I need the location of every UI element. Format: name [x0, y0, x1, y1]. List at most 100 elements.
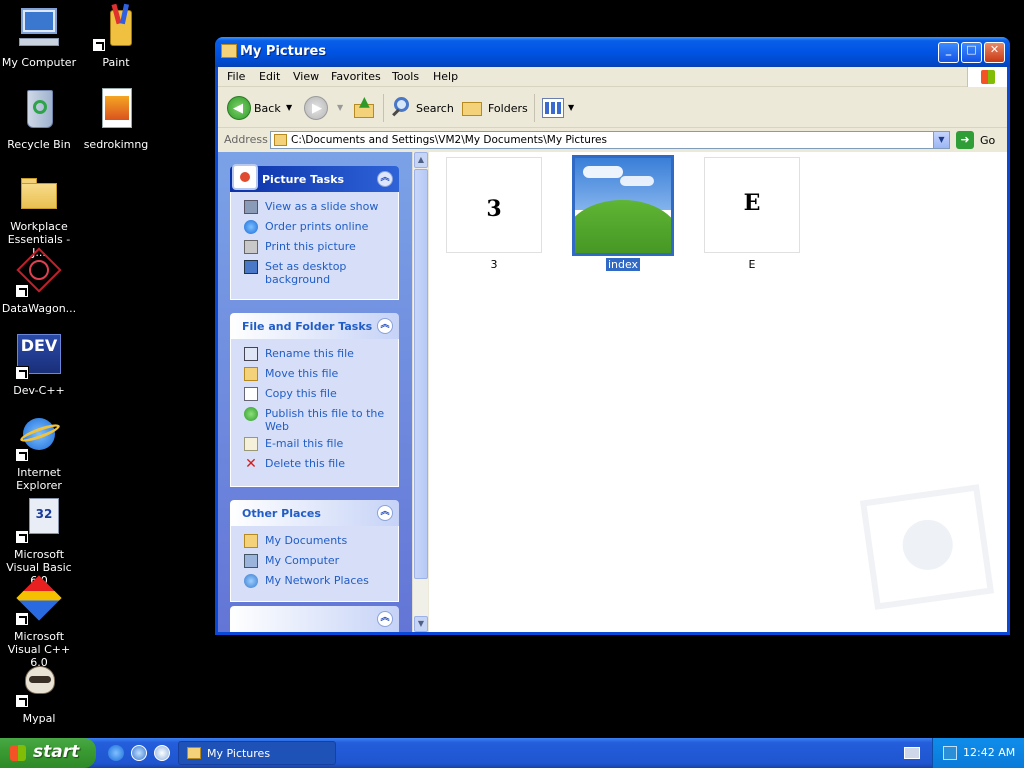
clock[interactable]: 12:42 AM [963, 746, 1015, 759]
forward-arrow-icon[interactable]: ▶ [304, 96, 328, 120]
folder-icon [274, 134, 287, 146]
task-view-slideshow[interactable]: View as a slide show [231, 200, 398, 220]
desktop-icon-datawagon[interactable]: DataWagon... [0, 247, 78, 315]
folders-icon[interactable] [462, 98, 484, 118]
desktop-icon-workplace-essentials[interactable]: Workplace Essentials - J... [0, 168, 78, 259]
recycle-bin-icon [15, 86, 63, 134]
address-input[interactable]: C:\Documents and Settings\VM2\My Documen… [270, 131, 950, 149]
task-copy-file[interactable]: Copy this file [231, 387, 398, 407]
desktop-icon-dev-cpp[interactable]: DEV Dev-C++ [0, 332, 78, 397]
desktop-icon-label: sedrokimng [83, 138, 149, 151]
other-places-panel: Other Places ︽ My Documents My Computer [230, 500, 399, 602]
bliss-hill [575, 199, 671, 253]
menu-help[interactable]: Help [433, 70, 458, 83]
other-places-header[interactable]: Other Places ︽ [230, 500, 399, 526]
desktop-icon-visual-cpp[interactable]: Microsoft Visual C++ 6.0 [0, 575, 78, 669]
quicklaunch-ie-icon[interactable] [108, 745, 124, 761]
shortcut-arrow-icon [15, 284, 29, 298]
file-name-3[interactable]: 3 [444, 258, 544, 271]
visual-basic-icon: 32 [15, 496, 63, 544]
task-print-picture[interactable]: Print this picture [231, 240, 398, 260]
menu-tools[interactable]: Tools [392, 70, 419, 83]
keyboard-icon[interactable] [904, 747, 920, 759]
collapse-chevron-icon[interactable]: ︽ [377, 171, 393, 187]
collapse-chevron-icon[interactable]: ︽ [377, 611, 393, 627]
task-set-desktop-bg[interactable]: Set as desktop background [231, 260, 398, 290]
desktop-icon-paint[interactable]: Paint [77, 3, 155, 69]
task-order-prints[interactable]: Order prints online [231, 220, 398, 240]
system-tray: 12:42 AM [932, 738, 1024, 768]
desktop-icon-visual-basic[interactable]: 32 Microsoft Visual Basic 6.0 [0, 496, 78, 587]
cloud [620, 176, 654, 186]
menu-edit[interactable]: Edit [259, 70, 280, 83]
network-places-icon [244, 574, 258, 588]
back-arrow-icon[interactable]: ◀ [227, 96, 251, 120]
minimize-button[interactable]: _ [938, 42, 959, 63]
scroll-down-icon[interactable]: ▼ [414, 616, 428, 632]
delete-x-icon: ✕ [245, 456, 257, 472]
collapse-chevron-icon[interactable]: ︽ [377, 318, 393, 334]
title-bar[interactable]: My Pictures _ □ ✕ [215, 37, 1010, 67]
window-client-area: File Edit View Favorites Tools Help ◀ Ba… [218, 67, 1007, 632]
cloud [583, 166, 623, 178]
close-button[interactable]: ✕ [984, 42, 1005, 63]
views-dropdown-icon[interactable]: ▼ [568, 103, 574, 112]
quicklaunch-browser-icon[interactable] [131, 745, 147, 761]
windows-flag-icon [967, 67, 1007, 87]
network-icon[interactable] [943, 746, 957, 760]
task-pane: Picture Tasks ︽ View as a slide show Ord… [218, 152, 428, 632]
shortcut-arrow-icon [15, 530, 29, 544]
start-button[interactable]: start [0, 738, 96, 768]
file-name-index[interactable]: index [573, 258, 673, 271]
collapse-chevron-icon[interactable]: ︽ [377, 505, 393, 521]
place-my-documents[interactable]: My Documents [231, 534, 398, 554]
scroll-up-icon[interactable]: ▲ [414, 152, 428, 168]
menu-favorites[interactable]: Favorites [331, 70, 381, 83]
views-icon[interactable] [542, 98, 564, 118]
desktop-icon-sedrokimng[interactable]: sedrokimng [77, 86, 155, 151]
task-move-file[interactable]: Move this file [231, 367, 398, 387]
desktop-icon-mypal[interactable]: Mypal [0, 660, 78, 725]
search-icon[interactable] [390, 96, 412, 120]
desktop-icon-recycle-bin[interactable]: Recycle Bin [0, 86, 78, 151]
go-button[interactable]: ➜ Go [956, 131, 1004, 149]
desktop-icon-internet-explorer[interactable]: Internet Explorer [0, 414, 78, 492]
folders-button[interactable]: Folders [488, 102, 528, 115]
search-button[interactable]: Search [416, 102, 454, 115]
taskbar-item-my-pictures[interactable]: My Pictures [178, 741, 336, 765]
picture-tasks-body: View as a slide show Order prints online… [230, 192, 399, 300]
task-publish-web[interactable]: Publish this file to the Web [231, 407, 398, 437]
printer-icon [244, 240, 258, 254]
file-thumbnail-e[interactable]: E [704, 157, 800, 253]
go-arrow-icon: ➜ [956, 131, 974, 149]
folder-icon [221, 44, 237, 58]
place-my-network[interactable]: My Network Places [231, 574, 398, 594]
desktop-icon-my-computer[interactable]: My Computer [0, 4, 78, 69]
task-delete-file[interactable]: ✕ Delete this file [231, 457, 398, 477]
details-panel-header[interactable]: ︽ [230, 606, 399, 632]
quicklaunch-media-icon[interactable] [154, 745, 170, 761]
menu-view[interactable]: View [293, 70, 319, 83]
place-my-computer[interactable]: My Computer [231, 554, 398, 574]
task-pane-scrollbar[interactable]: ▲ ▼ [412, 152, 428, 632]
picture-tasks-header[interactable]: Picture Tasks ︽ [230, 164, 399, 192]
move-icon [244, 367, 258, 381]
file-folder-tasks-header[interactable]: File and Folder Tasks ︽ [230, 313, 399, 339]
task-rename-file[interactable]: Rename this file [231, 347, 398, 367]
address-label: Address [224, 133, 268, 146]
menu-file[interactable]: File [227, 70, 245, 83]
back-button[interactable]: Back [254, 102, 281, 115]
desktop: My Computer Paint Recycle Bin sedrokimng… [0, 0, 1024, 738]
up-folder-icon[interactable]: ▲ [354, 94, 376, 120]
back-dropdown-icon[interactable]: ▼ [286, 103, 292, 112]
file-name-e[interactable]: E [702, 258, 802, 271]
file-thumbnail-3[interactable]: 3 [446, 157, 542, 253]
start-label: start [33, 742, 80, 762]
task-email-file[interactable]: E-mail this file [231, 437, 398, 457]
forward-dropdown-icon[interactable]: ▼ [337, 103, 343, 112]
file-thumbnail-index[interactable] [572, 155, 674, 256]
scroll-thumb[interactable] [414, 169, 428, 579]
address-dropdown-icon[interactable]: ▼ [933, 132, 949, 148]
maximize-button[interactable]: □ [961, 42, 982, 63]
dev-cpp-icon: DEV [15, 332, 63, 380]
